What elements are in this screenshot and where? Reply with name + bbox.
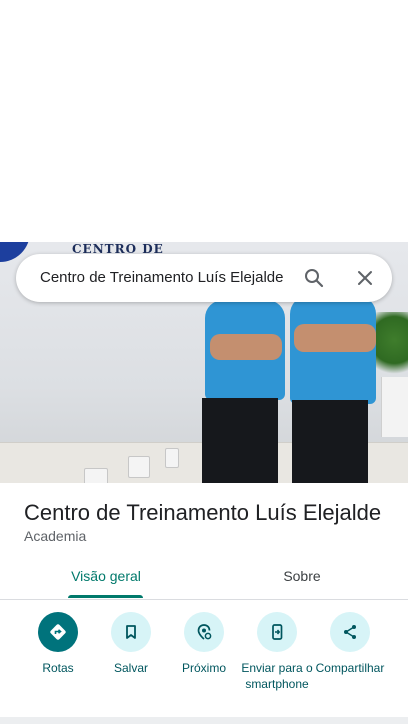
place-category[interactable]: Academia <box>24 528 86 544</box>
search-query[interactable]: Centro de Treinamento Luís Elejalde <box>40 269 283 286</box>
tab-overview[interactable]: Visão geral <box>66 568 146 598</box>
close-icon[interactable] <box>353 266 377 290</box>
action-row: Rotas Salvar Próximo Enviar para o smart… <box>0 612 408 712</box>
place-title: Centro de Treinamento Luís Elejalde <box>24 500 382 525</box>
person-right <box>286 272 386 483</box>
nearby-label: Próximo <box>181 661 226 675</box>
search-bar[interactable]: Centro de Treinamento Luís Elejalde <box>16 254 392 302</box>
tab-selected-indicator <box>68 595 143 598</box>
wall-outlet <box>165 448 179 468</box>
save-label: Salvar <box>113 661 148 675</box>
share-icon <box>330 612 370 652</box>
tab-about[interactable]: Sobre <box>262 568 342 598</box>
nearby-button[interactable]: Próximo <box>167 612 241 676</box>
wall-outlet <box>84 468 108 483</box>
wall-outlet <box>128 456 150 478</box>
search-icon[interactable] <box>302 266 326 290</box>
save-button[interactable]: Salvar <box>94 612 168 676</box>
directions-label: Rotas <box>42 661 74 675</box>
bookmark-icon <box>111 612 151 652</box>
directions-button[interactable]: Rotas <box>21 612 95 676</box>
directions-icon <box>38 612 78 652</box>
send-to-phone-button[interactable]: Enviar para o smartphone <box>240 612 314 692</box>
send-to-phone-icon <box>257 612 297 652</box>
share-label: Compartilhar <box>315 661 385 675</box>
divider <box>0 717 408 724</box>
person-left <box>200 272 290 483</box>
tab-bar: Visão geral Sobre <box>0 556 408 600</box>
share-button[interactable]: Compartilhar <box>313 612 387 676</box>
nearby-icon <box>184 612 224 652</box>
send-to-phone-label: Enviar para o smartphone <box>241 661 313 691</box>
